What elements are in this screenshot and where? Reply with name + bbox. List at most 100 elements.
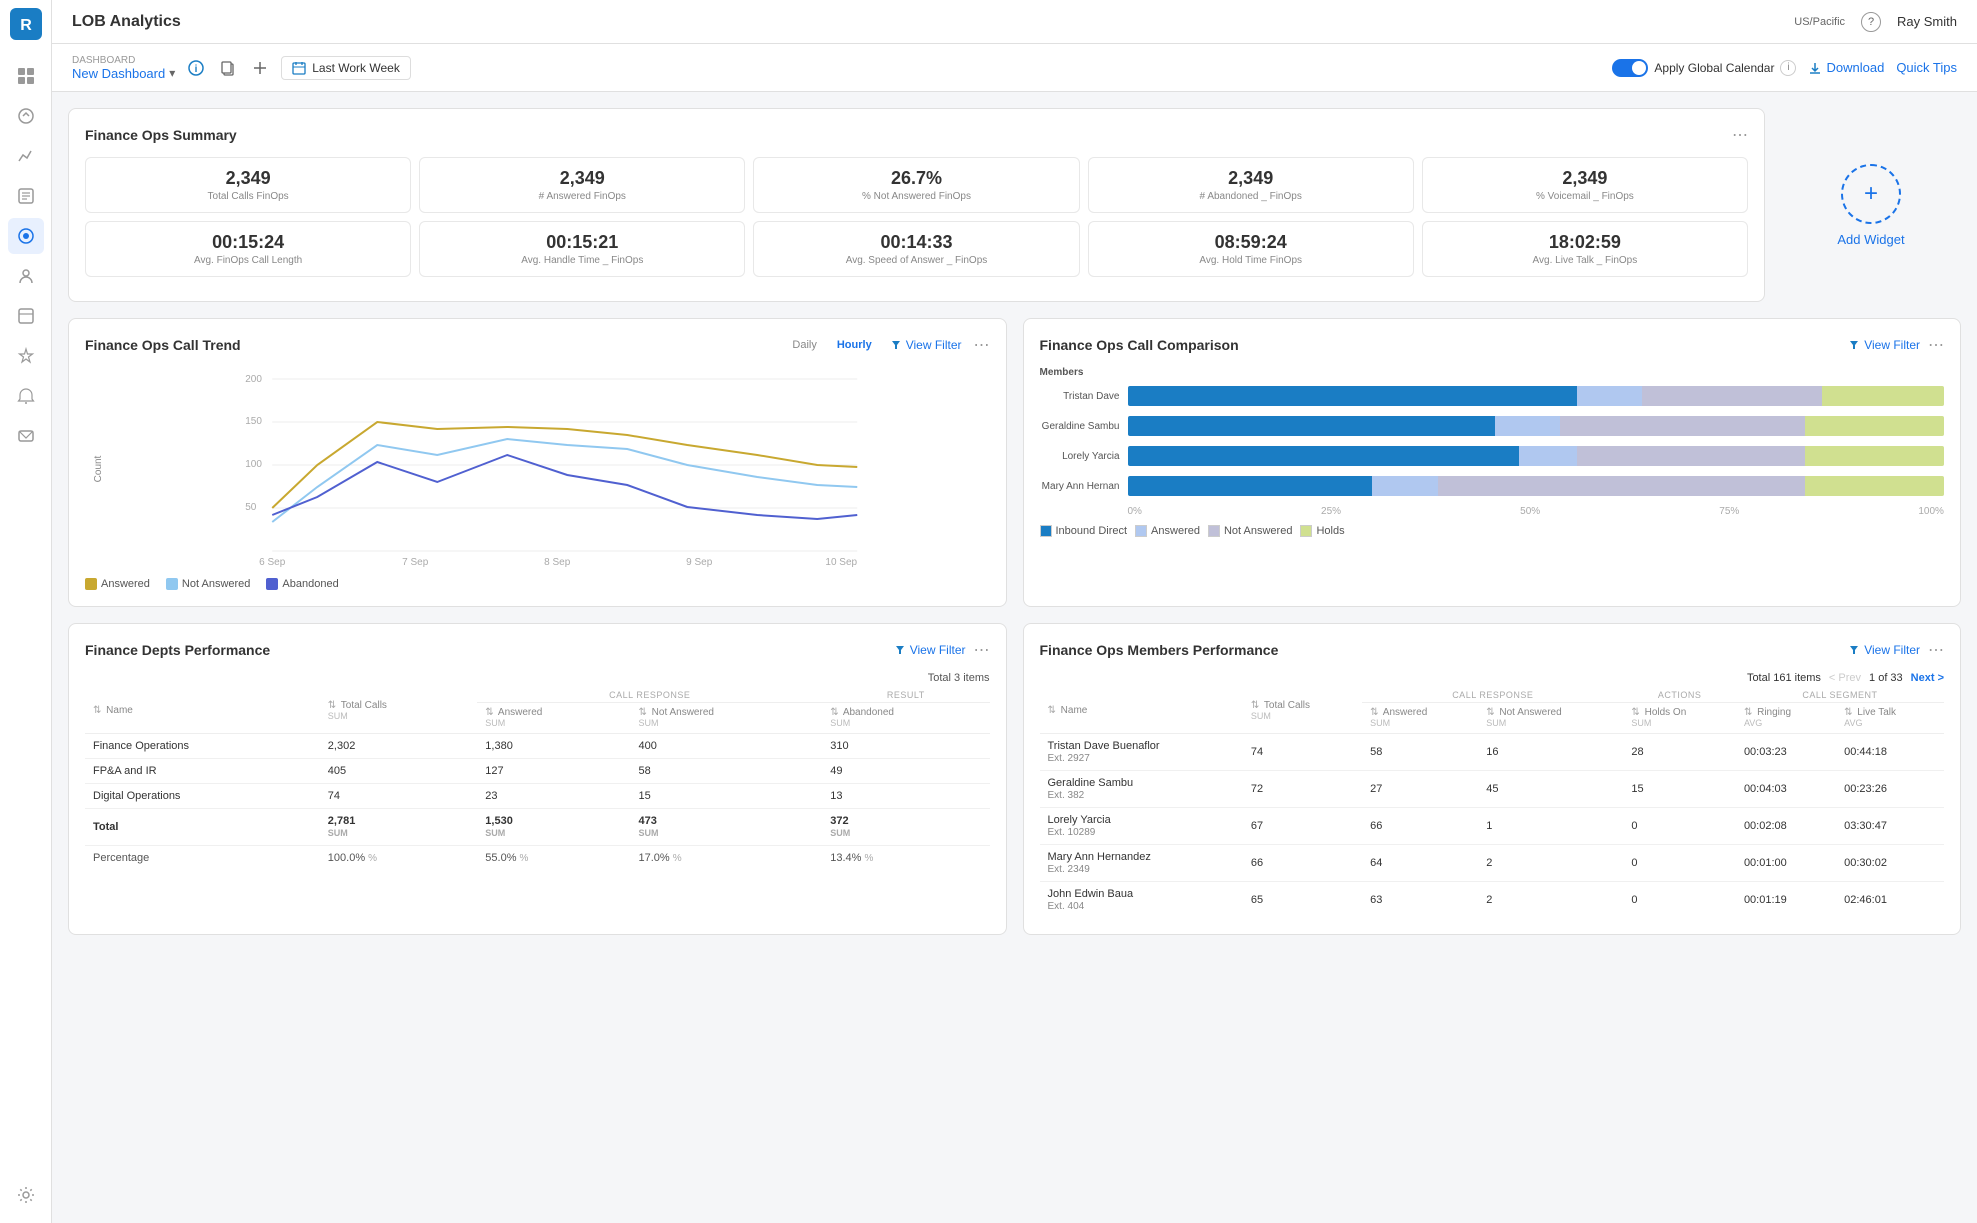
add-button[interactable] <box>247 55 273 81</box>
page-content: Finance Ops Summary ⋯ 2,349Total Calls F… <box>52 92 1977 1223</box>
dashboard-label: DASHBOARD <box>72 55 175 66</box>
sidebar-item-notifications[interactable] <box>8 378 44 414</box>
calendar-info-icon[interactable]: i <box>1780 60 1796 76</box>
th-live-talk: ⇅ Live TalkAVG <box>1836 703 1944 734</box>
table-row: Finance Operations 2,302 1,380 400 310 <box>85 734 990 759</box>
stat-item: 18:02:59Avg. Live Talk _ FinOps <box>1422 221 1748 277</box>
call-trend-legend: AnsweredNot AnsweredAbandoned <box>85 578 990 590</box>
legend-item: Not Answered <box>166 578 250 590</box>
stat-item: 26.7%% Not Answered FinOps <box>753 157 1079 213</box>
comparison-legend-item: Inbound Direct <box>1040 525 1128 537</box>
toolbar-right: Apply Global Calendar i Download Quick T… <box>1612 59 1957 77</box>
sidebar-item-users[interactable] <box>8 258 44 294</box>
toggle-daily[interactable]: Daily <box>786 337 822 353</box>
stat-item: 2,349Total Calls FinOps <box>85 157 411 213</box>
prev-page-button[interactable]: < Prev <box>1829 672 1861 684</box>
sidebar-item-lob[interactable] <box>8 218 44 254</box>
sidebar-item-alerts[interactable] <box>8 338 44 374</box>
y-axis-label: Count <box>93 455 104 482</box>
quick-tips-button[interactable]: Quick Tips <box>1896 60 1957 75</box>
download-label: Download <box>1826 60 1884 75</box>
call-comparison-view-filter[interactable]: View Filter <box>1848 338 1920 352</box>
add-widget-button[interactable]: + <box>1841 164 1901 224</box>
dashboard-name[interactable]: New Dashboard <box>72 66 165 81</box>
bar-chart-row: Mary Ann Hernan <box>1040 476 1945 496</box>
members-more-icon[interactable]: ⋯ <box>1928 640 1944 660</box>
th-mem-not-answered: ⇅ Not AnsweredSUM <box>1478 703 1623 734</box>
comparison-legend-item: Not Answered <box>1208 525 1292 537</box>
comparison-legend-item: Answered <box>1135 525 1200 537</box>
topbar-left: LOB Analytics <box>72 13 181 31</box>
call-trend-view-filter[interactable]: View Filter <box>890 338 962 352</box>
app-logo[interactable]: R <box>10 8 42 40</box>
call-comparison-more-icon[interactable]: ⋯ <box>1928 335 1944 355</box>
comparison-legend-item: Holds <box>1300 525 1344 537</box>
depts-view-filter[interactable]: View Filter <box>894 643 966 657</box>
bar-x-axis: 0% 25% 50% 75% 100% <box>1128 506 1945 517</box>
th-mem-name: ⇅ Name <box>1040 688 1243 734</box>
svg-text:150: 150 <box>245 416 262 427</box>
info-button[interactable]: i <box>183 55 209 81</box>
global-calendar-toggle[interactable]: Apply Global Calendar i <box>1612 59 1796 77</box>
toggle-switch[interactable] <box>1612 59 1648 77</box>
sidebar-item-analytics[interactable] <box>8 138 44 174</box>
svg-text:6 Sep: 6 Sep <box>259 557 286 568</box>
depts-title: Finance Depts Performance <box>85 642 270 658</box>
stats-row2: 00:15:24Avg. FinOps Call Length00:15:21A… <box>85 221 1748 277</box>
sidebar-item-mail[interactable] <box>8 418 44 454</box>
members-perf-header: Finance Ops Members Performance View Fil… <box>1040 640 1945 660</box>
members-view-filter[interactable]: View Filter <box>1848 643 1920 657</box>
call-trend-chart: Count 200 150 100 50 <box>85 367 990 570</box>
depts-more-icon[interactable]: ⋯ <box>974 640 990 660</box>
sidebar-item-reports[interactable] <box>8 178 44 214</box>
user-name: Ray Smith <box>1897 14 1957 29</box>
stat-item: 2,349# Answered FinOps <box>419 157 745 213</box>
th-name: ⇅ Name <box>85 688 320 734</box>
main-area: LOB Analytics US/Pacific ? Ray Smith DAS… <box>52 0 1977 1223</box>
depts-performance-card: Finance Depts Performance View Filter ⋯ … <box>68 623 1007 935</box>
next-page-button[interactable]: Next > <box>1911 672 1944 684</box>
chart-toggle: Daily Hourly <box>786 337 877 353</box>
sidebar-item-dashboard[interactable] <box>8 58 44 94</box>
legend-item: Abandoned <box>266 578 338 590</box>
th-mem-total-calls: ⇅ Total CallsSUM <box>1243 688 1362 734</box>
call-trend-filter-label: View Filter <box>906 338 962 352</box>
line-chart-svg: 200 150 100 50 <box>115 367 990 567</box>
svg-text:R: R <box>20 17 32 34</box>
sidebar-item-system-settings[interactable] <box>8 1177 44 1213</box>
svg-text:8 Sep: 8 Sep <box>544 557 571 568</box>
help-button[interactable]: ? <box>1861 12 1881 32</box>
stat-item: 08:59:24Avg. Hold Time FinOps <box>1088 221 1414 277</box>
summary-row: Finance Ops Summary ⋯ 2,349Total Calls F… <box>68 108 1961 302</box>
members-filter-label: View Filter <box>1864 643 1920 657</box>
summary-header: Finance Ops Summary ⋯ <box>85 125 1748 145</box>
call-trend-more-icon[interactable]: ⋯ <box>974 335 990 355</box>
dashboard-dropdown-icon[interactable]: ▾ <box>169 66 175 80</box>
topbar-right: US/Pacific ? Ray Smith <box>1794 12 1957 32</box>
timezone-label: US/Pacific <box>1794 16 1845 28</box>
depts-total-items: Total 3 items <box>85 672 990 684</box>
stat-item: 00:14:33Avg. Speed of Answer _ FinOps <box>753 221 1079 277</box>
call-trend-title: Finance Ops Call Trend <box>85 337 241 353</box>
stat-item: 00:15:21Avg. Handle Time _ FinOps <box>419 221 745 277</box>
call-comparison-card: Finance Ops Call Comparison View Filter … <box>1023 318 1962 607</box>
call-comparison-legend: Inbound Direct Answered Not Answered Holds <box>1040 525 1945 537</box>
members-performance-card: Finance Ops Members Performance View Fil… <box>1023 623 1962 935</box>
svg-text:10 Sep: 10 Sep <box>825 557 857 568</box>
th-mem-call-response: CALL RESPONSE <box>1362 688 1623 703</box>
call-trend-header: Finance Ops Call Trend Daily Hourly View… <box>85 335 990 355</box>
sidebar-item-calls[interactable] <box>8 98 44 134</box>
bar-chart: Tristan Dave Geraldine Sambu Lorely Yarc… <box>1040 386 1945 496</box>
table-row: Tristan Dave BuenaflorExt. 2927 74 58 16… <box>1040 734 1945 771</box>
add-widget-label[interactable]: Add Widget <box>1837 232 1904 247</box>
toggle-hourly[interactable]: Hourly <box>831 337 878 353</box>
stat-item: 2,349# Abandoned _ FinOps <box>1088 157 1414 213</box>
call-comparison-filter-label: View Filter <box>1864 338 1920 352</box>
members-table: ⇅ Name ⇅ Total CallsSUM CALL RESPONSE AC… <box>1040 688 1945 918</box>
summary-more-icon[interactable]: ⋯ <box>1732 125 1748 145</box>
download-button[interactable]: Download <box>1808 60 1884 75</box>
sidebar-item-settings2[interactable] <box>8 298 44 334</box>
tables-row: Finance Depts Performance View Filter ⋯ … <box>68 623 1961 935</box>
copy-button[interactable] <box>215 55 241 81</box>
date-range-button[interactable]: Last Work Week <box>281 56 411 80</box>
